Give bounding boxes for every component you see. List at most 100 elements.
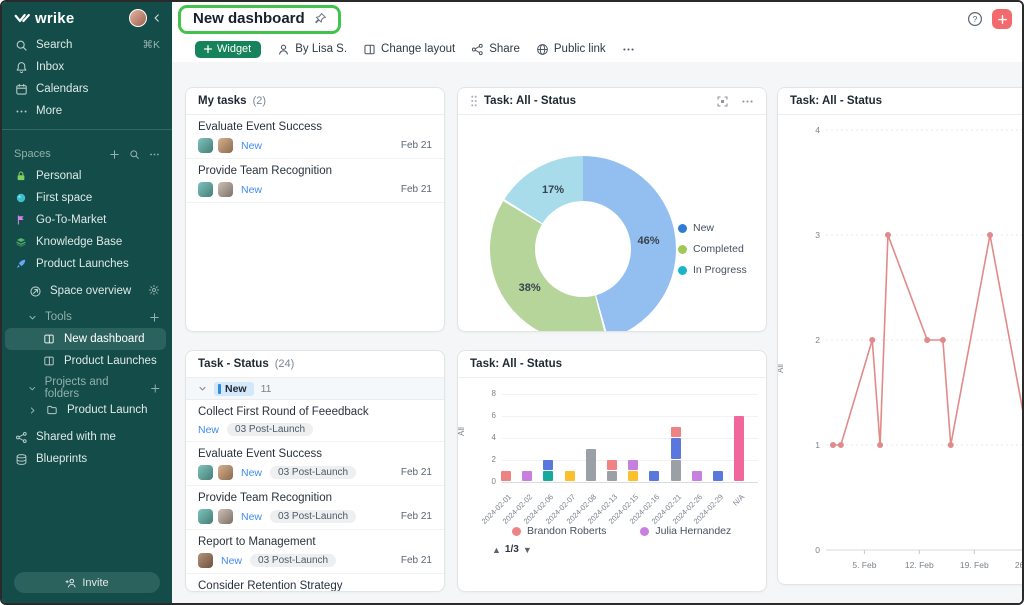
dashboard-header: New dashboard ? (172, 2, 1022, 36)
sidebar-item-product-launch[interactable]: Product Launch (2, 399, 172, 421)
add-widget-button[interactable]: Widget (195, 41, 261, 58)
legend-item[interactable]: In Progress (678, 264, 747, 276)
task-status[interactable]: New (221, 555, 242, 567)
task-row[interactable]: Report to Management New 03 Post-Launch … (186, 530, 444, 574)
toolbar-more-button[interactable] (622, 43, 635, 56)
tools-group-header[interactable]: Tools (2, 306, 172, 328)
sidebar-item-product-launches-dashboard[interactable]: Product Launches (2, 350, 172, 372)
task-date: Feb 21 (401, 184, 432, 195)
pin-icon[interactable] (312, 10, 330, 28)
share-button[interactable]: Share (471, 43, 520, 56)
legend-item[interactable]: Brandon Roberts (512, 525, 606, 537)
author-button[interactable]: By Lisa S. (277, 43, 347, 56)
bar-y-tick: 2 (474, 455, 496, 464)
legend-dot (512, 527, 521, 536)
sidebar-item-more[interactable]: More (2, 100, 172, 122)
create-new-button[interactable] (992, 9, 1012, 29)
task-status[interactable]: New (241, 467, 262, 479)
widget-count: (2) (253, 95, 266, 107)
sidebar-item-search[interactable]: Search ⌘K (2, 34, 172, 56)
task-row[interactable]: Provide Team Recognition New 03 Post-Lau… (186, 486, 444, 530)
projects-group-header[interactable]: Projects and folders (2, 377, 172, 399)
sidebar-item-inbox[interactable]: Inbox (2, 56, 172, 78)
space-item-product-launches[interactable]: Product Launches (2, 253, 172, 275)
widget-menu-icon[interactable] (741, 95, 754, 108)
space-overview-item[interactable]: Space overview (2, 280, 172, 302)
sidebar-divider (2, 129, 172, 130)
expand-icon[interactable] (716, 95, 729, 108)
legend-dot (640, 527, 649, 536)
svg-text:26. Feb: 26. Feb (1015, 560, 1022, 570)
legend-item[interactable]: Julia Hernandez (640, 525, 731, 537)
widget-task-status-list: Task - Status (24) New 11 Collect First … (185, 350, 445, 592)
avatar (198, 465, 213, 480)
sidebar-item-calendars[interactable]: Calendars (2, 78, 172, 100)
task-row[interactable]: Evaluate Event Success New Feb 21 (186, 115, 444, 159)
task-title: Evaluate Event Success (198, 448, 432, 460)
collapse-sidebar-icon[interactable] (152, 13, 162, 23)
globe-icon (536, 43, 549, 56)
task-status[interactable]: New (241, 184, 262, 196)
task-tag[interactable]: 03 Post-Launch (227, 423, 313, 436)
widget-count: (24) (275, 358, 295, 370)
task-tag[interactable]: 03 Post-Launch (270, 510, 356, 523)
space-item-first-space[interactable]: First space (2, 187, 172, 209)
legend-item[interactable]: Completed (678, 243, 747, 255)
bar-segment (671, 438, 681, 459)
task-row[interactable]: Evaluate Event Success New 03 Post-Launc… (186, 442, 444, 486)
task-tag[interactable]: 03 Post-Launch (250, 554, 336, 567)
sidebar-item-label: Inbox (36, 61, 64, 73)
task-row[interactable]: Collect First Round of Feeedback New 03 … (186, 400, 444, 442)
widget-header[interactable]: My tasks (2) (186, 88, 444, 115)
legend-page-up-icon[interactable]: ▲ (492, 545, 501, 555)
task-row[interactable]: Provide Team Recognition New Feb 21 (186, 159, 444, 203)
bar-segment (628, 460, 638, 470)
search-spaces-icon[interactable] (129, 149, 140, 160)
add-space-icon[interactable] (109, 149, 120, 160)
space-item-knowledge-base[interactable]: Knowledge Base (2, 231, 172, 253)
line-chart[interactable]: 012345. Feb12. Feb19. Feb26. Feb (778, 116, 1022, 585)
sidebar-item-shared-with-me[interactable]: Shared with me (2, 426, 172, 448)
add-tool-icon[interactable] (149, 312, 160, 323)
space-item-personal[interactable]: Personal (2, 165, 172, 187)
page-title[interactable]: New dashboard (193, 10, 305, 27)
legend-item[interactable]: New (678, 222, 747, 234)
task-status[interactable]: New (241, 140, 262, 152)
wrike-logo[interactable]: wrike (14, 10, 74, 27)
ellipsis-icon (622, 43, 635, 56)
task-status[interactable]: New (198, 424, 219, 436)
chevron-right-icon[interactable] (28, 406, 37, 415)
chevron-down-icon[interactable] (198, 384, 207, 393)
bar-chart[interactable]: All 024682024-02-012024-02-022024-02-062… (458, 379, 766, 592)
user-avatar[interactable] (129, 9, 147, 27)
svg-text:?: ? (973, 14, 978, 24)
bar-segment (565, 471, 575, 481)
spaces-more-icon[interactable] (149, 149, 160, 160)
sidebar-item-new-dashboard[interactable]: New dashboard (5, 328, 166, 350)
help-icon[interactable]: ? (967, 11, 983, 27)
gridline (502, 416, 758, 417)
sidebar-item-blueprints[interactable]: Blueprints (2, 448, 172, 470)
space-item-go-to-market[interactable]: Go-To-Market (2, 209, 172, 231)
spaces-section-header: Spaces (2, 143, 172, 165)
plus-icon (997, 14, 1008, 25)
task-tag[interactable]: 03 Post-Launch (270, 466, 356, 479)
legend-page-down-icon[interactable]: ▼ (523, 545, 532, 555)
change-layout-button[interactable]: Change layout (363, 43, 455, 56)
invite-button[interactable]: Invite (14, 572, 160, 593)
bar-segment (734, 416, 744, 481)
widget-header[interactable]: Task - Status (24) (186, 351, 444, 378)
task-status[interactable]: New (241, 511, 262, 523)
add-project-icon[interactable] (150, 383, 160, 394)
bell-icon (14, 61, 28, 74)
avatar (218, 182, 233, 197)
status-group-header[interactable]: New 11 (186, 378, 444, 400)
public-link-label: Public link (554, 43, 606, 55)
drag-handle-icon[interactable] (470, 95, 478, 107)
sidebar-item-label: Shared with me (36, 431, 116, 443)
status-bar (218, 384, 221, 394)
public-link-button[interactable]: Public link (536, 43, 606, 56)
space-settings-icon[interactable] (148, 284, 160, 299)
task-row[interactable]: Consider Retention Strategy New 03 Post-… (186, 574, 444, 592)
bar-segment (586, 449, 596, 481)
